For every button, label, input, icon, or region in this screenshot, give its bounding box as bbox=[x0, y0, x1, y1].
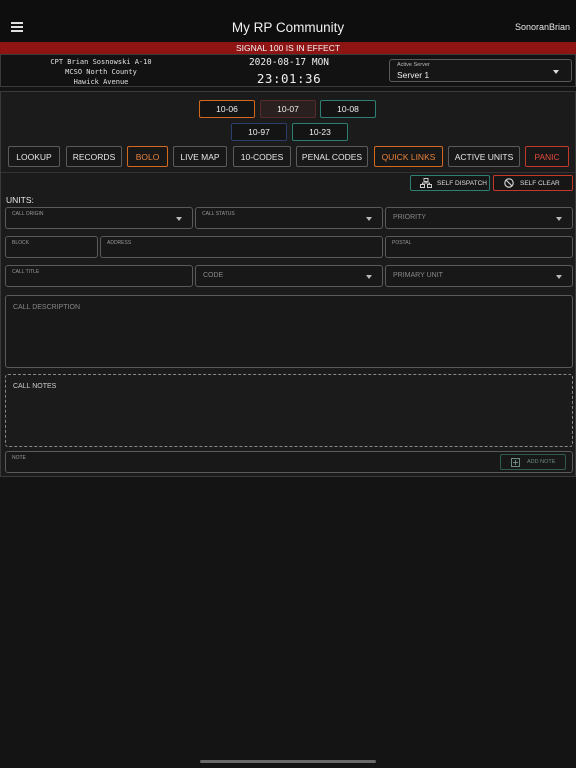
status-button-10-08[interactable]: 10-08 bbox=[320, 100, 376, 118]
top-bar: My RP Community SonoranBrian bbox=[0, 0, 576, 42]
units-label: UNITS: bbox=[6, 195, 34, 205]
chevron-down-icon bbox=[556, 275, 562, 279]
call-origin-select[interactable]: CALL ORIGIN bbox=[5, 207, 193, 229]
signal-banner: SIGNAL 100 IS IN EFFECT bbox=[0, 42, 576, 54]
chevron-down-icon bbox=[366, 275, 372, 279]
username[interactable]: SonoranBrian bbox=[515, 22, 570, 32]
postal-label: POSTAL bbox=[392, 240, 412, 246]
code-placeholder: CODE bbox=[203, 272, 224, 279]
primary-unit-placeholder: PRIMARY UNIT bbox=[393, 272, 443, 279]
block-field[interactable]: BLOCK bbox=[5, 236, 98, 258]
active-server-label: Active Server bbox=[397, 62, 430, 68]
note-input[interactable]: NOTE bbox=[5, 451, 573, 473]
address-field[interactable]: ADDRESS bbox=[100, 236, 383, 258]
app-title: My RP Community bbox=[231, 20, 345, 35]
note-label: NOTE bbox=[12, 455, 26, 461]
address-label: ADDRESS bbox=[107, 240, 132, 246]
nav-10-codes-button[interactable]: 10-CODES bbox=[233, 146, 291, 167]
clock-time: 23:01:36 bbox=[256, 71, 322, 86]
code-select[interactable]: CODE bbox=[195, 265, 383, 287]
status-button-10-97[interactable]: 10-97 bbox=[231, 123, 287, 141]
call-title-label: CALL TITLE bbox=[12, 269, 40, 275]
unit-department: MCSO North County bbox=[65, 68, 137, 76]
chevron-down-icon bbox=[366, 217, 372, 221]
call-notes-label: CALL NOTES bbox=[13, 383, 57, 390]
nav-penal-codes-button[interactable]: PENAL CODES bbox=[296, 146, 368, 167]
call-origin-label: CALL ORIGIN bbox=[12, 211, 44, 217]
active-server-select[interactable]: Active Server Server 1 bbox=[389, 59, 572, 82]
call-title-field[interactable]: CALL TITLE bbox=[5, 265, 193, 287]
divider bbox=[1, 172, 575, 173]
self-clear-label: SELF CLEAR bbox=[520, 180, 560, 187]
call-status-label: CALL STATUS bbox=[202, 211, 235, 217]
chevron-down-icon bbox=[553, 70, 559, 74]
self-clear-button[interactable]: SELF CLEAR bbox=[493, 175, 573, 191]
call-notes-area: CALL NOTES bbox=[5, 374, 573, 447]
status-button-10-06[interactable]: 10-06 bbox=[199, 100, 255, 118]
status-button-10-07[interactable]: 10-07 bbox=[260, 100, 316, 118]
call-description-field[interactable]: CALL DESCRIPTION bbox=[5, 295, 573, 368]
panic-button[interactable]: PANIC bbox=[525, 146, 569, 167]
unit-location: Hawick Avenue bbox=[73, 78, 129, 86]
active-server-value: Server 1 bbox=[397, 70, 430, 80]
block-icon bbox=[504, 178, 514, 188]
block-label: BLOCK bbox=[12, 240, 29, 246]
self-dispatch-label: SELF DISPATCH bbox=[437, 180, 487, 187]
network-icon bbox=[420, 178, 432, 188]
call-description-placeholder: CALL DESCRIPTION bbox=[13, 304, 81, 311]
priority-select[interactable]: PRIORITY bbox=[385, 207, 573, 229]
nav-records-button[interactable]: RECORDS bbox=[66, 146, 122, 167]
info-bar: CPT Brian Sosnowski A-10 MCSO North Coun… bbox=[0, 54, 576, 87]
call-status-select[interactable]: CALL STATUS bbox=[195, 207, 383, 229]
priority-placeholder: PRIORITY bbox=[393, 214, 427, 221]
nav-bolo-button[interactable]: BOLO bbox=[127, 146, 168, 167]
nav-active-units-button[interactable]: ACTIVE UNITS bbox=[448, 146, 520, 167]
unit-name: CPT Brian Sosnowski A-10 bbox=[50, 58, 152, 66]
add-note-label: ADD NOTE bbox=[527, 459, 556, 465]
chevron-down-icon bbox=[176, 217, 182, 221]
home-indicator[interactable] bbox=[200, 760, 376, 763]
self-dispatch-button[interactable]: SELF DISPATCH bbox=[410, 175, 490, 191]
nav-live-map-button[interactable]: LIVE MAP bbox=[173, 146, 227, 167]
primary-unit-select[interactable]: PRIMARY UNIT bbox=[385, 265, 573, 287]
plus-square-icon bbox=[511, 458, 520, 467]
clock: 2020-08-17 MON 23:01:36 bbox=[219, 57, 359, 88]
clock-date: 2020-08-17 MON bbox=[248, 57, 330, 68]
status-button-10-23[interactable]: 10-23 bbox=[292, 123, 348, 141]
nav-quick-links-button[interactable]: QUICK LINKS bbox=[374, 146, 443, 167]
unit-info: CPT Brian Sosnowski A-10 MCSO North Coun… bbox=[31, 57, 171, 87]
postal-field[interactable]: POSTAL bbox=[385, 236, 573, 258]
add-note-button[interactable]: ADD NOTE bbox=[500, 454, 566, 470]
nav-lookup-button[interactable]: LOOKUP bbox=[8, 146, 60, 167]
chevron-down-icon bbox=[556, 217, 562, 221]
